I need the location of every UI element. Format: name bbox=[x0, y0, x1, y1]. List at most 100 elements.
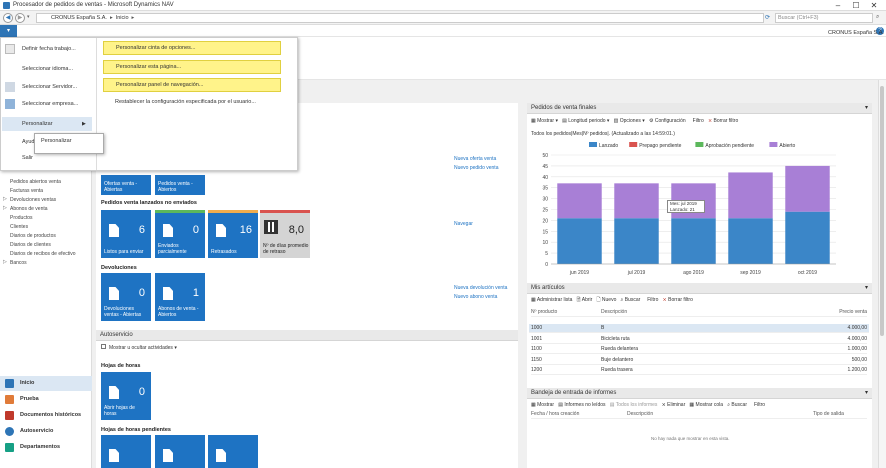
new-sales-order-link[interactable]: Nuevo pedido venta bbox=[454, 165, 498, 171]
nav-section-departments[interactable]: Departamentos bbox=[0, 440, 92, 455]
bar-segment[interactable] bbox=[785, 211, 830, 264]
delete-button[interactable]: ⨯ Eliminar bbox=[662, 402, 686, 408]
new-sales-return-link[interactable]: Nueva devolución venta bbox=[454, 285, 507, 291]
legend-label[interactable]: Prepago pendiente bbox=[639, 143, 681, 149]
history-dropdown-icon[interactable]: ▾ bbox=[27, 14, 30, 20]
bar-segment[interactable] bbox=[557, 183, 602, 219]
menu-customize-page[interactable]: Personalizar esta página... bbox=[103, 60, 281, 74]
sales-orders-chart-header[interactable]: Pedidos de venta finales ▾ bbox=[527, 103, 872, 114]
expand-icon[interactable]: ▷ bbox=[3, 196, 7, 202]
bar-segment[interactable] bbox=[614, 183, 659, 219]
nav-item-banks[interactable]: Bancos bbox=[10, 260, 27, 266]
menu-select-company[interactable]: Seleccionar empresa... bbox=[22, 101, 78, 107]
menu-customize-navigation-pane[interactable]: Personalizar panel de navegación... bbox=[103, 78, 281, 92]
breadcrumb[interactable]: CRONUS España S.A. ▸ Inicio ▸ bbox=[36, 13, 764, 23]
column-header[interactable]: Descripción bbox=[627, 410, 653, 419]
legend-label[interactable]: Lanzado bbox=[599, 143, 618, 149]
nav-item-items[interactable]: Productos bbox=[10, 215, 33, 221]
tile-open-orders[interactable]: Pedidos venta - Abiertos bbox=[155, 175, 205, 195]
chevron-down-icon[interactable]: ▾ bbox=[865, 103, 868, 114]
unread-reports-button[interactable]: ▤ Informes no leídos bbox=[558, 402, 605, 408]
new-sales-quote-link[interactable]: Nueva oferta venta bbox=[454, 156, 496, 162]
column-header[interactable]: Descripción bbox=[601, 308, 627, 317]
back-button[interactable]: ◀ bbox=[3, 13, 13, 23]
maximize-button[interactable]: ☐ bbox=[850, 1, 862, 10]
breadcrumb-company[interactable]: CRONUS España S.A. bbox=[51, 15, 107, 21]
search-icon[interactable]: ⌕ bbox=[876, 14, 879, 21]
options-button[interactable]: ▥ Opciones ▾ bbox=[614, 118, 645, 124]
show-report-button[interactable]: ▦ Mostrar bbox=[531, 402, 554, 408]
find-button[interactable]: ⌕ Buscar bbox=[621, 297, 641, 303]
all-reports-button[interactable]: ▤ Todos los informes bbox=[610, 402, 658, 408]
new-credit-memo-link[interactable]: Nuevo abono venta bbox=[454, 294, 497, 300]
tile-partially-shipped[interactable]: 0 Enviados parcialmente bbox=[155, 210, 205, 258]
tile-delayed[interactable]: 16 Retrasados bbox=[208, 210, 258, 258]
navigate-link[interactable]: Navegar bbox=[454, 221, 473, 227]
legend-label[interactable]: Aprobación pendiente bbox=[705, 143, 754, 149]
tile-open-sales-returns[interactable]: 0 Devoluciones ventas - Abiertas bbox=[101, 273, 151, 321]
table-row[interactable]: 1001 Bicicleta ruta 4.000,00 bbox=[531, 335, 867, 344]
toggle-activities-button[interactable]: Mostrar u ocultar actividades ▾ bbox=[101, 344, 177, 351]
search-input[interactable]: Buscar (Ctrl+F3) bbox=[775, 13, 873, 23]
expand-icon[interactable]: ▷ bbox=[3, 259, 7, 265]
my-items-header[interactable]: Mis artículos ▾ bbox=[527, 283, 872, 294]
manage-list-button[interactable]: ▦ Administrar lista bbox=[531, 297, 572, 303]
menu-reset-user-settings[interactable]: Restablecer la configuración especificad… bbox=[115, 99, 256, 105]
show-queue-button[interactable]: ▦ Mostrar cola bbox=[689, 402, 723, 408]
menu-set-work-date[interactable]: Definir fecha trabajo... bbox=[22, 46, 76, 52]
column-header[interactable]: Nº producto bbox=[531, 308, 557, 317]
nav-section-test[interactable]: Prueba bbox=[0, 392, 92, 407]
show-button[interactable]: ▦ Mostrar ▾ bbox=[531, 118, 558, 124]
nav-section-home[interactable]: Inicio bbox=[0, 376, 92, 391]
bar-segment[interactable] bbox=[728, 172, 773, 219]
report-inbox-header[interactable]: Bandeja de entrada de informes ▾ bbox=[527, 388, 872, 399]
setup-button[interactable]: ⚙ Configuración bbox=[649, 118, 686, 124]
minimize-button[interactable]: – bbox=[832, 1, 844, 10]
nav-item-cash-receipt-journals[interactable]: Diarios de recibos de efectivo bbox=[10, 251, 76, 257]
nav-item-open-sales-orders[interactable]: Pedidos abiertos venta bbox=[10, 179, 61, 185]
breadcrumb-home[interactable]: Inicio bbox=[116, 15, 129, 21]
column-header[interactable]: Tipo de salida bbox=[813, 410, 844, 419]
table-row[interactable]: 1150 Buje delantero 500,00 bbox=[531, 356, 867, 365]
bar-segment[interactable] bbox=[728, 218, 773, 264]
forward-button[interactable]: ▶ bbox=[15, 13, 25, 23]
tile-average-days-delayed[interactable]: 8,0 Nº de días promedio de retraso bbox=[260, 210, 310, 258]
tile-open-time-sheets[interactable]: 0 Abrir hojas de horas bbox=[101, 372, 151, 420]
filter-button[interactable]: Filtro bbox=[647, 297, 658, 303]
chevron-down-icon[interactable]: ▾ bbox=[865, 283, 868, 294]
close-button[interactable]: ✕ bbox=[868, 1, 880, 10]
nav-item-customer-journals[interactable]: Diarios de clientes bbox=[10, 242, 51, 248]
refresh-icon[interactable]: ⟳ bbox=[765, 14, 770, 21]
filter-button[interactable]: Filtro bbox=[754, 402, 765, 408]
scrollbar-thumb[interactable] bbox=[880, 86, 884, 336]
nav-item-sales-returns[interactable]: Devoluciones ventas bbox=[10, 197, 56, 203]
expand-icon[interactable]: ▷ bbox=[3, 205, 7, 211]
period-length-button[interactable]: ▤ Longitud periodo ▾ bbox=[562, 118, 609, 124]
app-menu-button[interactable]: ▾ bbox=[0, 25, 17, 37]
clear-filter-button[interactable]: ⨯ Borrar filtro bbox=[663, 297, 693, 303]
nav-item-customers[interactable]: Clientes bbox=[10, 224, 28, 230]
menu-customize[interactable]: Personalizar bbox=[22, 121, 53, 127]
bar-segment[interactable] bbox=[614, 218, 659, 264]
filter-button[interactable]: Filtro bbox=[693, 118, 704, 124]
tile-ready-to-ship[interactable]: 6 Listos para enviar bbox=[101, 210, 151, 258]
table-row[interactable]: 1000 B 4.000,00 bbox=[529, 324, 869, 333]
menu-select-server[interactable]: Seleccionar Servidor... bbox=[22, 84, 77, 90]
nav-section-self-service[interactable]: Autoservicio bbox=[0, 424, 92, 439]
menu-exit[interactable]: Salir bbox=[22, 155, 33, 161]
bar-segment[interactable] bbox=[557, 218, 602, 264]
nav-item-item-journals[interactable]: Diarios de productos bbox=[10, 233, 56, 239]
clear-filter-button[interactable]: ⨯ Borrar filtro bbox=[708, 118, 738, 124]
column-header[interactable]: Precio venta bbox=[839, 308, 867, 317]
menu-customize-ribbon[interactable]: Personalizar cinta de opciones... bbox=[103, 41, 281, 55]
chevron-down-icon[interactable]: ▾ bbox=[865, 388, 868, 399]
tile-pending-2[interactable] bbox=[155, 435, 205, 468]
new-button[interactable]: 🗋 Nuevo bbox=[596, 297, 616, 303]
open-button[interactable]: 🗎 Abrir bbox=[577, 297, 593, 303]
tile-open-quotes[interactable]: Ofertas venta - Abiertas bbox=[101, 175, 151, 195]
column-header[interactable]: Fecha / hora creación bbox=[531, 410, 579, 419]
menu-select-language[interactable]: Seleccionar idioma... bbox=[22, 66, 73, 72]
nav-item-sales-invoices[interactable]: Facturas venta bbox=[10, 188, 43, 194]
self-service-header[interactable]: Autoservicio bbox=[96, 330, 518, 341]
tile-pending-3[interactable] bbox=[208, 435, 258, 468]
